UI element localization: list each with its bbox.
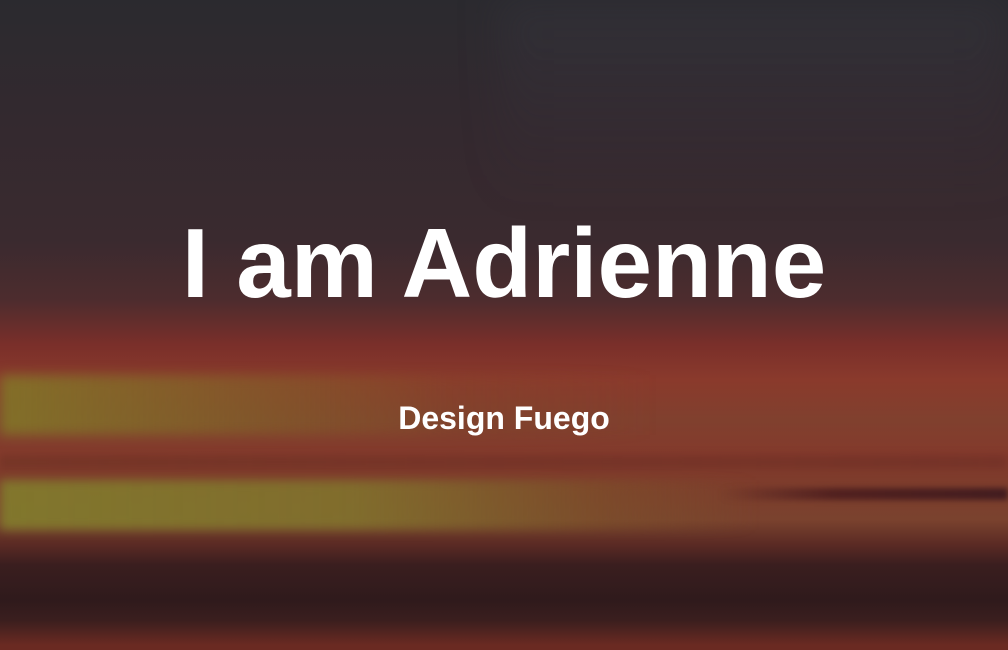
hero-title: I am Adrienne bbox=[181, 208, 827, 318]
hero-section: I am Adrienne Design Fuego bbox=[0, 0, 1008, 650]
hero-subtitle: Design Fuego bbox=[398, 400, 610, 436]
